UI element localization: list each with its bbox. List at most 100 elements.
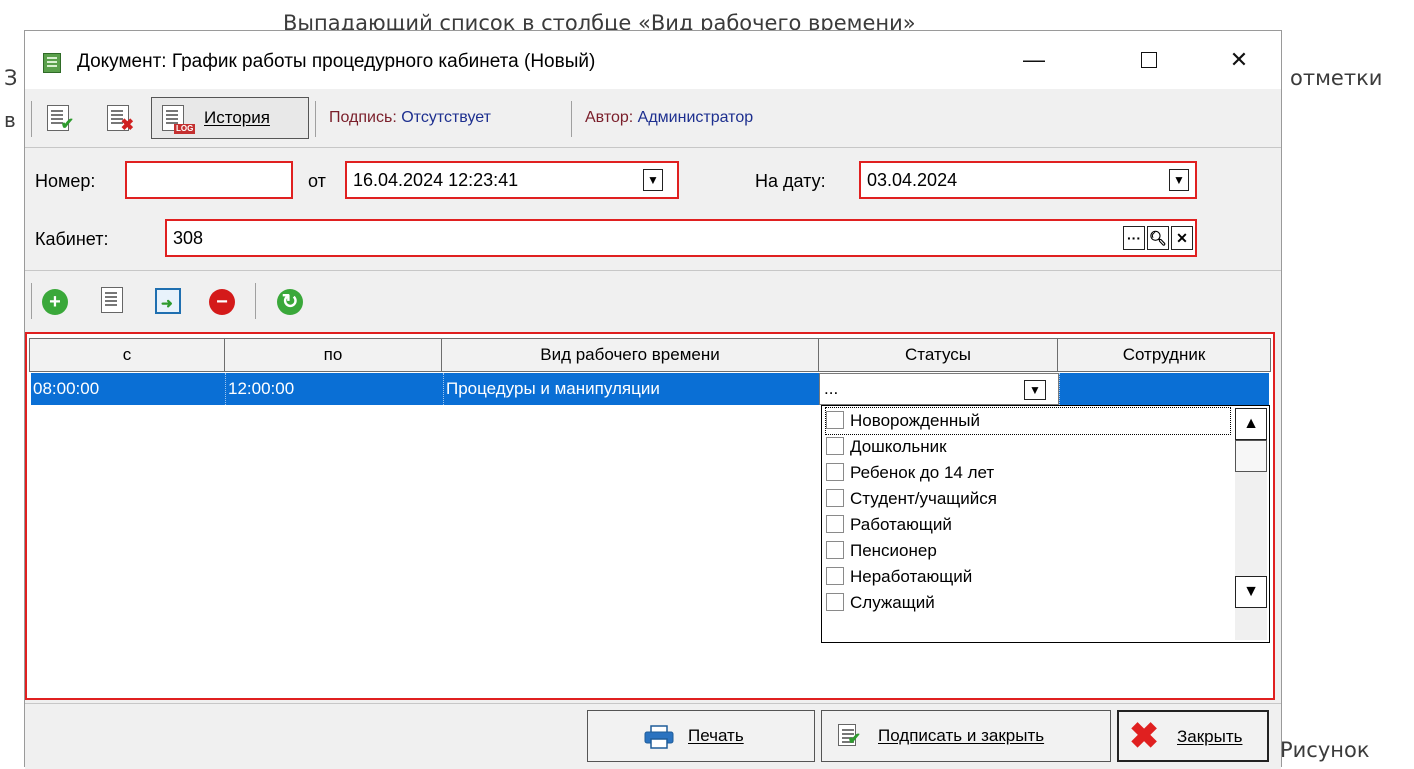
from-datetime-value: 16.04.2024 12:23:41: [353, 170, 519, 190]
checkbox[interactable]: [826, 592, 844, 611]
close-icon: ✖: [1129, 715, 1160, 756]
page-text-fragment: З: [4, 66, 18, 90]
checkbox[interactable]: [826, 410, 844, 429]
list-item[interactable]: Ребенок до 14 лет: [826, 460, 994, 486]
arrow-up-icon: ▲: [1243, 415, 1259, 432]
document-toolbar: ✔ ✖ LOG История Подпись: Отсутствует Авт…: [25, 89, 1281, 148]
author-value: Администратор: [637, 109, 754, 126]
option-label: Новорожденный: [850, 411, 980, 430]
close-icon: ✕: [1229, 47, 1249, 72]
option-label: Ребенок до 14 лет: [850, 463, 995, 482]
option-label: Пенсионер: [850, 541, 937, 560]
sign-and-close-button[interactable]: ✔ Подписать и закрыть: [821, 710, 1111, 762]
search-icon: 🔍︎: [1149, 230, 1167, 246]
close-label: Закрыть: [1177, 727, 1243, 746]
page-caption: Выпадающий список в столбце «Вид рабочег…: [283, 11, 916, 30]
column-header-from[interactable]: с: [29, 338, 225, 372]
close-button[interactable]: ✖ Закрыть: [1117, 710, 1269, 762]
maximize-icon: [1141, 52, 1157, 68]
save-row-button[interactable]: ➜: [155, 288, 181, 314]
number-input[interactable]: [125, 161, 293, 199]
signature-status: Подпись: Отсутствует: [329, 109, 491, 127]
list-item[interactable]: Служащий: [826, 590, 935, 616]
document-icon: [43, 53, 61, 73]
cell-to[interactable]: 12:00:00: [225, 373, 443, 405]
sign-document-icon[interactable]: ✔: [47, 105, 74, 133]
printer-icon: [644, 725, 674, 749]
column-header-work-type[interactable]: Вид рабочего времени: [441, 338, 819, 372]
checkbox[interactable]: [826, 540, 844, 559]
list-item[interactable]: Работающий: [826, 512, 952, 538]
option-label: Работающий: [850, 515, 952, 534]
date-dropdown-button[interactable]: ▼: [1169, 169, 1189, 191]
cabinet-clear-button[interactable]: ✕: [1171, 226, 1193, 250]
scroll-down-button[interactable]: ▼: [1235, 576, 1267, 608]
scroll-up-button[interactable]: ▲: [1235, 408, 1267, 440]
toolbar-separator: [31, 101, 32, 137]
history-label: История: [204, 108, 270, 127]
title-bar[interactable]: Документ: График работы процедурного каб…: [25, 31, 1281, 89]
maximize-button[interactable]: [1126, 43, 1172, 77]
column-header-to[interactable]: по: [224, 338, 442, 372]
list-item[interactable]: Студент/учащийся: [826, 486, 997, 512]
scroll-thumb[interactable]: [1235, 440, 1267, 472]
cabinet-search-button[interactable]: 🔍︎: [1147, 226, 1169, 250]
toolbar-separator: [571, 101, 572, 137]
add-row-button[interactable]: +: [42, 289, 68, 315]
chevron-down-icon: ▼: [647, 173, 659, 187]
minimize-icon: —: [1023, 47, 1045, 72]
author-info: Автор: Администратор: [585, 109, 753, 127]
chevron-down-icon: ▼: [1173, 173, 1185, 187]
from-datetime-field[interactable]: 16.04.2024 12:23:41 ▼: [345, 161, 679, 199]
cabinet-field[interactable]: 308 ··· 🔍︎ ✕: [165, 219, 1197, 257]
date-value: 03.04.2024: [867, 170, 958, 190]
table-row[interactable]: 08:00:00 12:00:00 Процедуры и манипуляци…: [31, 373, 1269, 405]
arrow-down-icon: ▼: [1243, 583, 1259, 600]
edit-row-button[interactable]: [101, 287, 123, 313]
cell-employee[interactable]: [1059, 373, 1269, 405]
checkbox[interactable]: [826, 566, 844, 585]
list-item[interactable]: Дошкольник: [826, 434, 947, 460]
list-item[interactable]: Неработающий: [826, 564, 972, 590]
from-dropdown-button[interactable]: ▼: [643, 169, 663, 191]
ellipsis-icon: ···: [1127, 230, 1141, 246]
page-text-fragment: в: [4, 108, 16, 132]
statuses-dropdown-button[interactable]: ▼: [1024, 380, 1046, 400]
cabinet-select-button[interactable]: ···: [1123, 226, 1145, 250]
statuses-editor[interactable]: ... ▼: [819, 373, 1059, 405]
checkbox[interactable]: [826, 514, 844, 533]
refresh-button[interactable]: ↻: [277, 289, 303, 315]
toolbar-separator: [315, 101, 316, 137]
cabinet-label: Кабинет:: [35, 229, 109, 249]
cell-work-type[interactable]: Процедуры и манипуляции: [443, 373, 819, 405]
column-header-employee[interactable]: Сотрудник: [1057, 338, 1271, 372]
history-button[interactable]: LOG История: [151, 97, 309, 139]
toolbar-separator: [255, 283, 256, 319]
sign-document-icon: ✔: [838, 724, 861, 748]
window-title: Документ: График работы процедурного каб…: [77, 51, 596, 72]
unsign-document-icon[interactable]: ✖: [107, 105, 134, 134]
sign-and-close-label: Подписать и закрыть: [878, 726, 1045, 745]
delete-row-button[interactable]: −: [209, 289, 235, 315]
checkbox[interactable]: [826, 436, 844, 455]
checkbox[interactable]: [826, 488, 844, 507]
figure-label: Рисунок: [1280, 738, 1370, 762]
document-window: Документ: График работы процедурного каб…: [24, 30, 1282, 769]
minimize-button[interactable]: —: [1011, 43, 1057, 77]
list-item[interactable]: Новорожденный: [825, 407, 1231, 435]
chevron-down-icon: ▼: [1029, 383, 1041, 397]
dropdown-scrollbar[interactable]: ▲ ▼: [1235, 408, 1267, 640]
list-item[interactable]: Пенсионер: [826, 538, 937, 564]
close-window-button[interactable]: ✕: [1216, 43, 1262, 77]
cabinet-value: 308: [173, 228, 204, 248]
date-field[interactable]: 03.04.2024 ▼: [859, 161, 1197, 199]
checkmark-icon: ✔: [847, 731, 861, 748]
print-button[interactable]: Печать: [587, 710, 815, 762]
cross-icon: ✖: [120, 117, 134, 134]
statuses-value: ...: [824, 379, 839, 398]
cell-from[interactable]: 08:00:00: [31, 373, 225, 405]
clear-icon: ✕: [1176, 230, 1188, 246]
column-header-statuses[interactable]: Статусы: [818, 338, 1058, 372]
checkbox[interactable]: [826, 462, 844, 481]
from-label: от: [308, 171, 326, 191]
